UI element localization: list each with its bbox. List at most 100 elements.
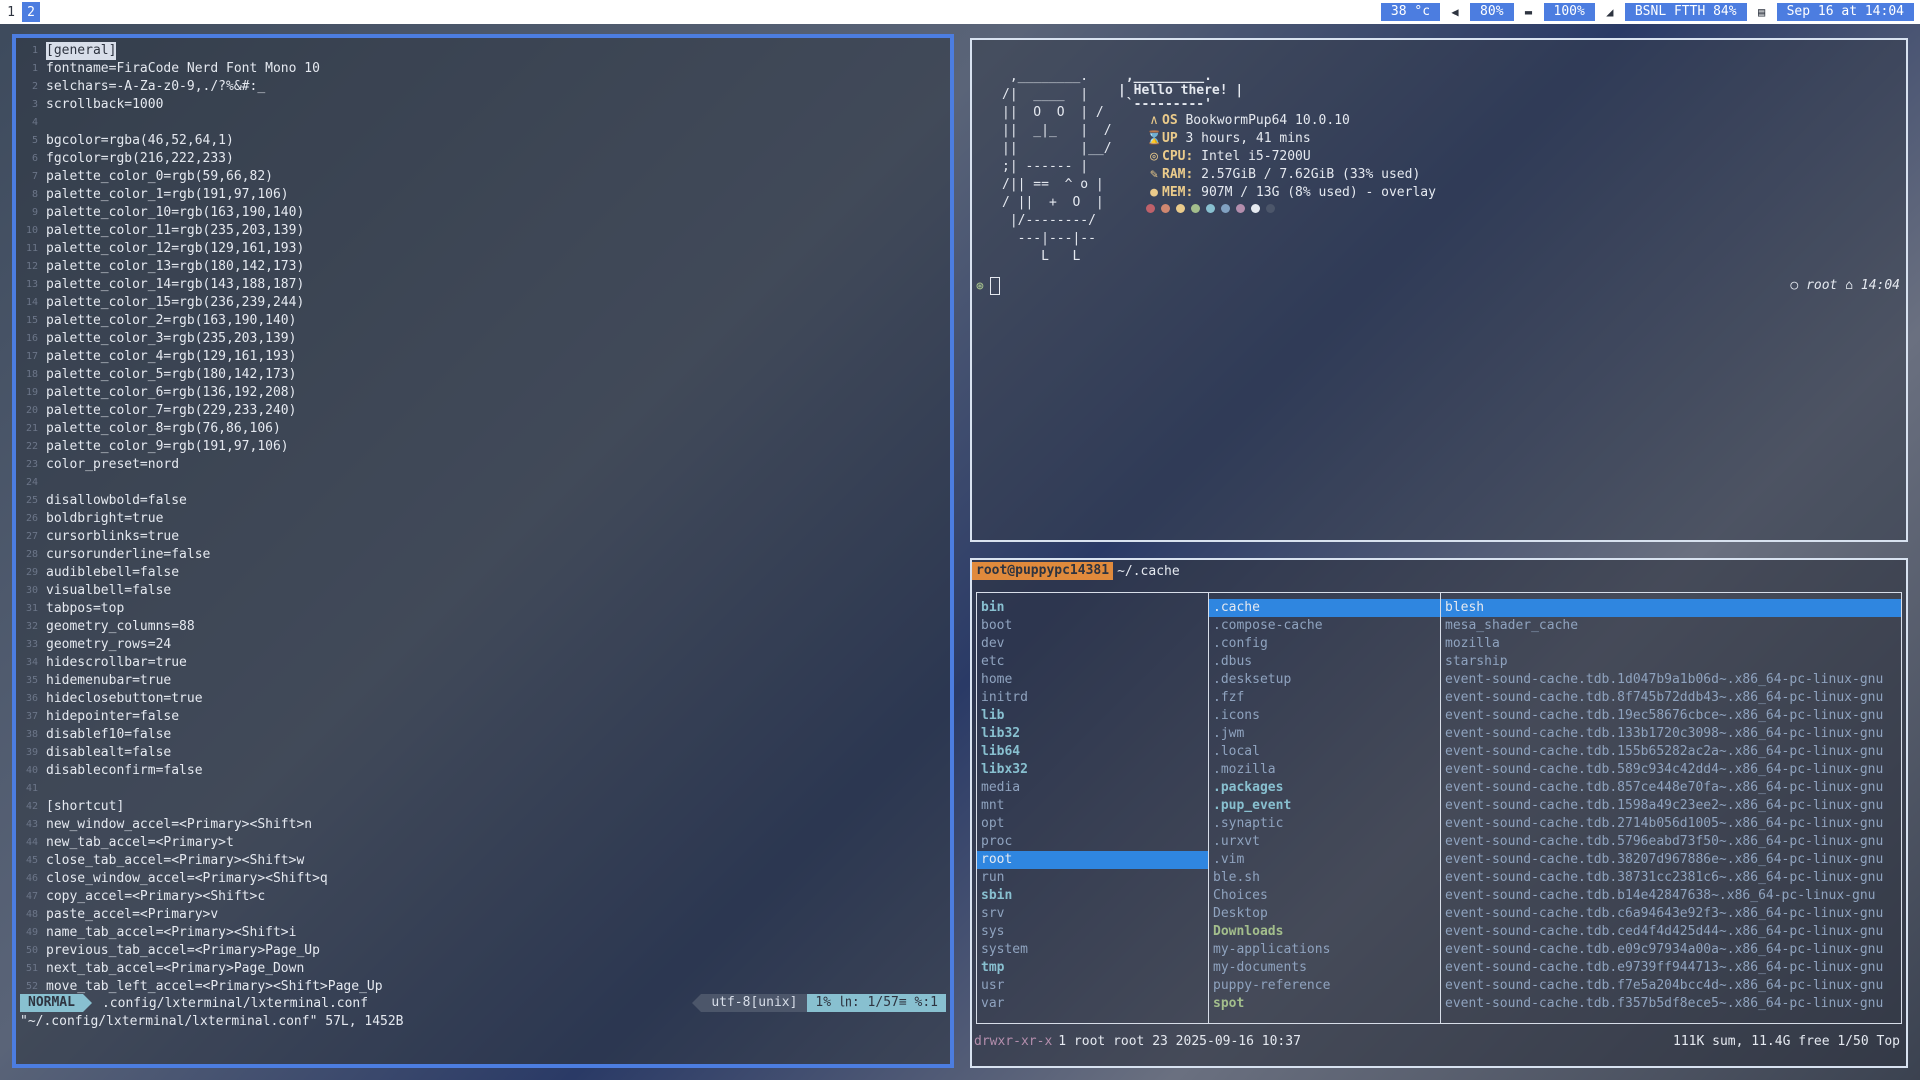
file-entry[interactable]: event-sound-cache.tdb.e9739ff944713~.x86… (1441, 959, 1901, 977)
code-line[interactable]: 14 palette_color_15=rgb(236,239,244) (16, 294, 950, 312)
fetch-terminal-window[interactable]: ,________. /| ____ | || O O | / || _|_ |… (970, 38, 1908, 542)
code-line[interactable]: 5 bgcolor=rgba(46,52,64,1) (16, 132, 950, 150)
file-entry[interactable]: usr (977, 977, 1208, 995)
file-entry[interactable]: lib32 (977, 725, 1208, 743)
code-line[interactable]: 34 hidescrollbar=true (16, 654, 950, 672)
code-line[interactable]: 40 disableconfirm=false (16, 762, 950, 780)
code-line[interactable]: 16 palette_color_3=rgb(235,203,139) (16, 330, 950, 348)
file-entry[interactable]: event-sound-cache.tdb.155b65282ac2a~.x86… (1441, 743, 1901, 761)
file-entry[interactable]: event-sound-cache.tdb.857ce448e70fa~.x86… (1441, 779, 1901, 797)
file-entry[interactable]: .local (1209, 743, 1440, 761)
file-entry[interactable]: mesa_shader_cache (1441, 617, 1901, 635)
file-entry[interactable]: lib (977, 707, 1208, 725)
file-entry[interactable]: var (977, 995, 1208, 1013)
ranger-file-manager-window[interactable]: root@puppypc14381 ~/.cache bin boot dev etc… (970, 558, 1908, 1068)
file-entry[interactable]: .mozilla (1209, 761, 1440, 779)
file-entry[interactable]: event-sound-cache.tdb.2714b056d1005~.x86… (1441, 815, 1901, 833)
file-entry[interactable]: my-applications (1209, 941, 1440, 959)
code-line[interactable]: 11 palette_color_12=rgb(129,161,193) (16, 240, 950, 258)
code-line[interactable]: 30 visualbell=false (16, 582, 950, 600)
code-line[interactable]: 41 (16, 780, 950, 798)
workspace-1[interactable]: 1 (2, 2, 20, 22)
file-entry[interactable]: .desksetup (1209, 671, 1440, 689)
file-entry[interactable]: home (977, 671, 1208, 689)
code-line[interactable]: 47 copy_accel=<Primary><Shift>c (16, 888, 950, 906)
file-entry[interactable]: opt (977, 815, 1208, 833)
file-entry[interactable]: my-documents (1209, 959, 1440, 977)
file-entry[interactable]: event-sound-cache.tdb.ced4f4d425d44~.x86… (1441, 923, 1901, 941)
wifi-value[interactable]: BSNL FTTH 84% (1624, 3, 1747, 21)
code-line[interactable]: 18 palette_color_5=rgb(180,142,173) (16, 366, 950, 384)
code-line[interactable]: 49 name_tab_accel=<Primary><Shift>i (16, 924, 950, 942)
clock-value[interactable]: Sep 16 at 14:04 (1776, 3, 1914, 21)
code-line[interactable]: 4 (16, 114, 950, 132)
file-entry[interactable]: sys (977, 923, 1208, 941)
code-area[interactable]: 1 [general] 1 fontname=FiraCode Nerd Font M… (16, 42, 950, 996)
file-entry[interactable]: .fzf (1209, 689, 1440, 707)
code-line[interactable]: 38 disablef10=false (16, 726, 950, 744)
file-entry[interactable]: system (977, 941, 1208, 959)
file-entry[interactable]: event-sound-cache.tdb.38731cc2381c6~.x86… (1441, 869, 1901, 887)
code-line[interactable]: 6 fgcolor=rgb(216,222,233) (16, 150, 950, 168)
file-entry[interactable]: event-sound-cache.tdb.1d047b9a1b06d~.x86… (1441, 671, 1901, 689)
file-entry[interactable]: libx32 (977, 761, 1208, 779)
file-entry[interactable]: dev (977, 635, 1208, 653)
code-line[interactable]: 15 palette_color_2=rgb(163,190,140) (16, 312, 950, 330)
code-line[interactable]: 39 disablealt=false (16, 744, 950, 762)
code-line[interactable]: 46 close_window_accel=<Primary><Shift>q (16, 870, 950, 888)
code-line[interactable]: 42 [shortcut] (16, 798, 950, 816)
volume-value[interactable]: 80% (1470, 3, 1514, 21)
code-line[interactable]: 45 close_tab_accel=<Primary><Shift>w (16, 852, 950, 870)
file-entry[interactable]: etc (977, 653, 1208, 671)
file-entry[interactable]: mnt (977, 797, 1208, 815)
code-line[interactable]: 20 palette_color_7=rgb(229,233,240) (16, 402, 950, 420)
code-line[interactable]: 12 palette_color_13=rgb(180,142,173) (16, 258, 950, 276)
code-line[interactable]: 21 palette_color_8=rgb(76,86,106) (16, 420, 950, 438)
code-line[interactable]: 51 next_tab_accel=<Primary>Page_Down (16, 960, 950, 978)
file-entry[interactable]: .urxvt (1209, 833, 1440, 851)
workspace-2[interactable]: 2 (22, 2, 40, 22)
code-line[interactable]: 44 new_tab_accel=<Primary>t (16, 834, 950, 852)
code-line[interactable]: 1 [general] (16, 42, 950, 60)
file-entry[interactable]: .icons (1209, 707, 1440, 725)
vim-editor-window[interactable]: 1 [general] 1 fontname=FiraCode Nerd Font M… (12, 34, 954, 1068)
file-entry[interactable]: event-sound-cache.tdb.b14e42847638~.x86_… (1441, 887, 1901, 905)
file-entry[interactable]: run (977, 869, 1208, 887)
code-line[interactable]: 26 boldbright=true (16, 510, 950, 528)
file-entry[interactable]: spot (1209, 995, 1440, 1013)
current-column[interactable]: .cache .compose-cache .config .dbus .deskset… (1209, 593, 1441, 1023)
file-entry[interactable]: blesh (1441, 599, 1901, 617)
code-line[interactable]: 32 geometry_columns=88 (16, 618, 950, 636)
code-line[interactable]: 48 paste_accel=<Primary>v (16, 906, 950, 924)
code-line[interactable]: 33 geometry_rows=24 (16, 636, 950, 654)
file-entry[interactable]: puppy-reference (1209, 977, 1440, 995)
file-entry[interactable]: Desktop (1209, 905, 1440, 923)
code-line[interactable]: 19 palette_color_6=rgb(136,192,208) (16, 384, 950, 402)
preview-column[interactable]: blesh mesa_shader_cache mozilla starship eve… (1441, 593, 1901, 1023)
file-entry[interactable]: root (977, 851, 1208, 869)
code-line[interactable]: 35 hidemenubar=true (16, 672, 950, 690)
file-entry[interactable]: srv (977, 905, 1208, 923)
file-entry[interactable]: event-sound-cache.tdb.5796eabd73f50~.x86… (1441, 833, 1901, 851)
file-entry[interactable]: .pup_event (1209, 797, 1440, 815)
file-entry[interactable]: proc (977, 833, 1208, 851)
file-entry[interactable]: .compose-cache (1209, 617, 1440, 635)
code-line[interactable]: 7 palette_color_0=rgb(59,66,82) (16, 168, 950, 186)
file-entry[interactable]: lib64 (977, 743, 1208, 761)
file-entry[interactable]: media (977, 779, 1208, 797)
file-entry[interactable]: event-sound-cache.tdb.f357b5df8ece5~.x86… (1441, 995, 1901, 1013)
file-entry[interactable]: event-sound-cache.tdb.589c934c42dd4~.x86… (1441, 761, 1901, 779)
code-line[interactable]: 27 cursorblinks=true (16, 528, 950, 546)
file-entry[interactable]: tmp (977, 959, 1208, 977)
file-entry[interactable]: .jwm (1209, 725, 1440, 743)
file-entry[interactable]: ble.sh (1209, 869, 1440, 887)
file-entry[interactable]: .config (1209, 635, 1440, 653)
file-entry[interactable]: .synaptic (1209, 815, 1440, 833)
file-entry[interactable]: event-sound-cache.tdb.1598a49c23ee2~.x86… (1441, 797, 1901, 815)
code-line[interactable]: 23 color_preset=nord (16, 456, 950, 474)
file-entry[interactable]: event-sound-cache.tdb.e09c97934a00a~.x86… (1441, 941, 1901, 959)
code-line[interactable]: 37 hidepointer=false (16, 708, 950, 726)
code-line[interactable]: 1 fontname=FiraCode Nerd Font Mono 10 (16, 60, 950, 78)
code-line[interactable]: 28 cursorunderline=false (16, 546, 950, 564)
shell-prompt[interactable]: ⊛ ○ root ⌂ 14:04 (972, 276, 1906, 296)
